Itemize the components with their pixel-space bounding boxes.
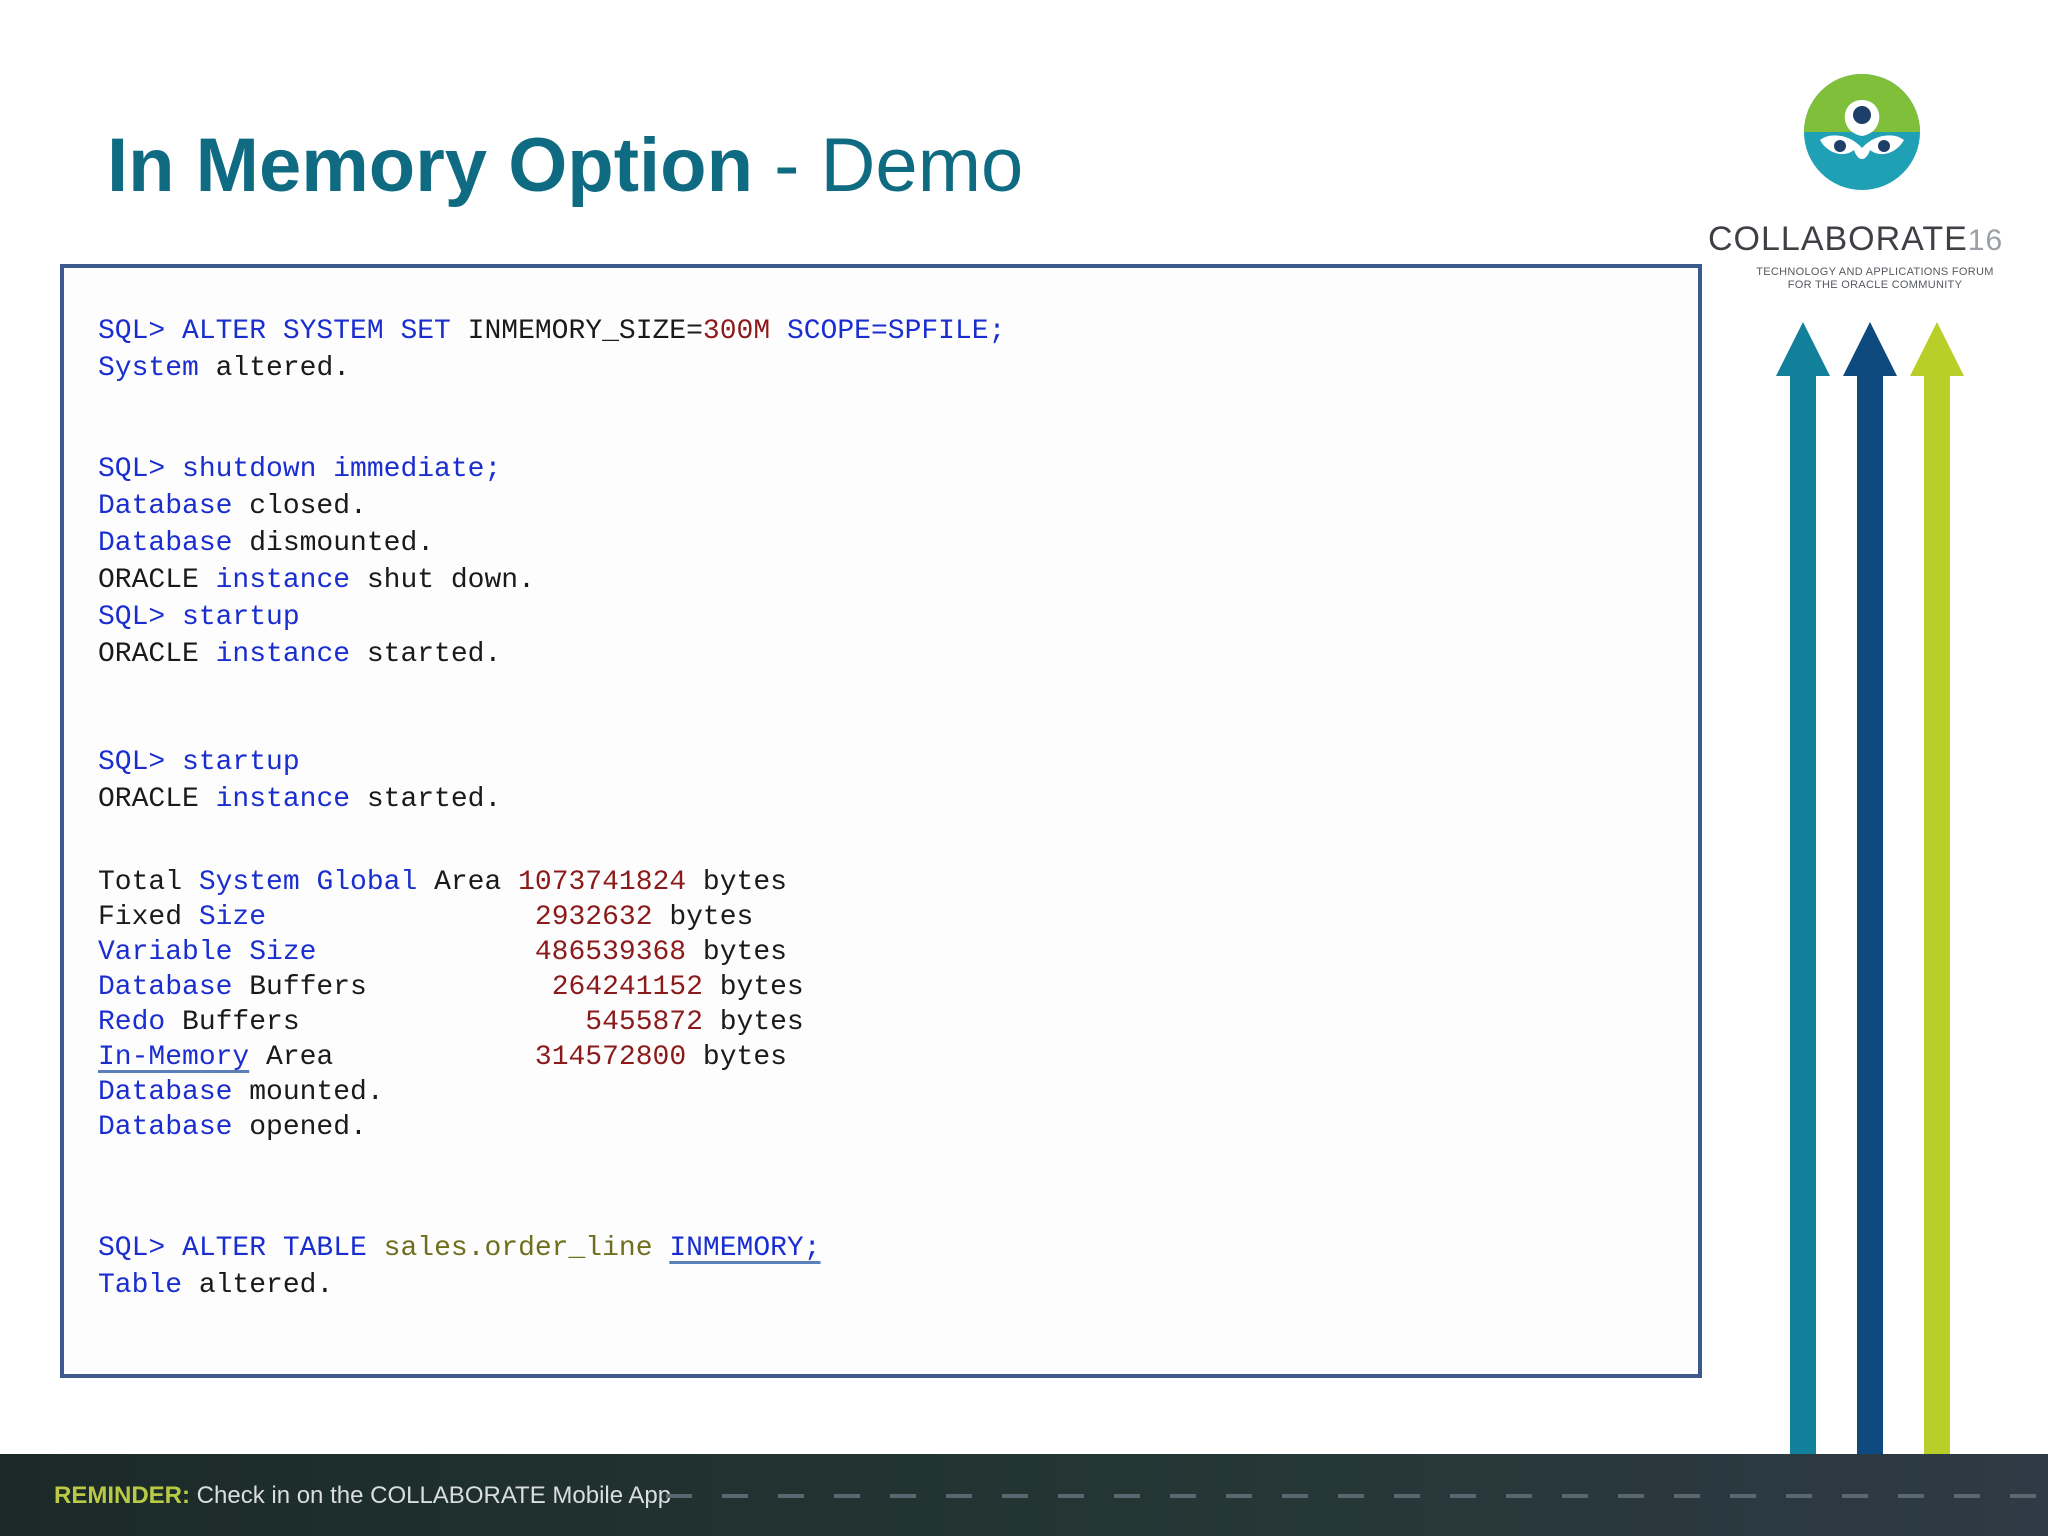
code-text: altered.	[182, 1270, 334, 1301]
code-text: closed.	[232, 491, 367, 522]
slide-title: In Memory Option - Demo	[107, 118, 1023, 214]
footer-reminder-text: Check in on the COLLABORATE Mobile App	[190, 1482, 672, 1509]
code-block-startup: SQL> startup ORACLE instance started.	[98, 744, 501, 818]
sga-value: 314572800	[534, 1042, 687, 1073]
code-keyword: Database	[98, 1077, 233, 1108]
logo-tagline: Technology and Applications Forum for the…	[1730, 266, 2020, 292]
collaborate-logo-icon	[1804, 74, 1920, 190]
logo-wordmark: COLLABORATE16	[1708, 220, 2003, 259]
slide-title-bold: In Memory Option	[107, 123, 753, 208]
code-block-alter-system: SQL> ALTER SYSTEM SET INMEMORY_SIZE=300M…	[98, 313, 1005, 387]
code-object-name: sales.order_line	[383, 1233, 653, 1264]
arrow-up-icon-navy	[1843, 322, 1897, 1462]
logo-number: 16	[1967, 224, 2004, 257]
sga-value: 1073741824	[518, 867, 687, 898]
arrow-up-icon-lime	[1910, 322, 1964, 1462]
slide-title-rest: - Demo	[753, 123, 1024, 208]
sga-keyword: Size	[198, 902, 267, 933]
sga-unit: bytes	[702, 1007, 804, 1038]
sga-label: Buffers	[232, 972, 552, 1003]
footer-dashed-line	[666, 1494, 2046, 1498]
sga-keyword: Database	[98, 972, 233, 1003]
code-param: INMEMORY_SIZE=	[467, 316, 703, 347]
sga-label	[266, 902, 535, 933]
sga-unit: bytes	[702, 972, 804, 1003]
code-text: started.	[350, 784, 502, 815]
sga-label: Total	[98, 867, 199, 898]
code-value: 300M	[702, 316, 771, 347]
sga-value: 264241152	[551, 972, 703, 1003]
sga-row: Variable Size 486539368 bytes	[98, 937, 787, 968]
logo-tagline-line-2: for the Oracle Community	[1787, 279, 1963, 291]
sql-console-screenshot: SQL> ALTER SYSTEM SET INMEMORY_SIZE=300M…	[60, 264, 1702, 1378]
footer-reminder-label: REMINDER:	[54, 1482, 190, 1509]
code-sql-prompt: SQL> shutdown immediate;	[98, 454, 502, 485]
code-text: mounted.	[232, 1077, 384, 1108]
logo-word: COLLABORATE	[1708, 220, 1968, 258]
code-text: ORACLE	[98, 565, 216, 596]
sga-row: Database Buffers 264241152 bytes	[98, 972, 804, 1003]
collaborate-logo: COLLABORATE16 Technology and Application…	[1700, 60, 2030, 300]
arrow-up-icon-teal	[1776, 322, 1830, 1462]
code-scope: SCOPE=SPFILE;	[770, 316, 1006, 347]
footer-reminder: REMINDER: Check in on the COLLABORATE Mo…	[54, 1482, 671, 1510]
sga-row: Total System Global Area 1073741824 byte…	[98, 867, 787, 898]
sga-label: Area	[417, 867, 519, 898]
sga-keyword: Variable Size	[98, 937, 317, 968]
code-text: opened.	[232, 1112, 367, 1143]
sga-row: In-Memory Area 314572800 bytes	[98, 1042, 787, 1073]
code-text: dismounted.	[232, 528, 435, 559]
code-text: ORACLE	[98, 784, 216, 815]
sga-value: 5455872	[585, 1007, 703, 1038]
code-keyword-underlined: INMEMORY;	[669, 1233, 821, 1264]
logo-tagline-line-1: Technology and Applications Forum	[1756, 266, 1994, 278]
code-text: ORACLE	[98, 639, 216, 670]
sga-unit: bytes	[652, 902, 754, 933]
code-block-alter-table: SQL> ALTER TABLE sales.order_line INMEMO…	[98, 1230, 821, 1304]
code-block-shutdown: SQL> shutdown immediate; Database closed…	[98, 451, 535, 673]
footer-bar: REMINDER: Check in on the COLLABORATE Mo…	[0, 1454, 2048, 1536]
sga-value: 2932632	[534, 902, 653, 933]
code-keyword: Database	[98, 1112, 233, 1143]
sga-label	[316, 937, 534, 968]
sga-label: Fixed	[98, 902, 199, 933]
sga-label: Area	[249, 1042, 535, 1073]
sga-unit: bytes	[686, 1042, 787, 1073]
sga-row: Redo Buffers 5455872 bytes	[98, 1007, 804, 1038]
sga-row: Fixed Size 2932632 bytes	[98, 902, 753, 933]
sga-keyword: Redo	[98, 1007, 166, 1038]
sga-unit: bytes	[686, 867, 787, 898]
sga-label: Buffers	[165, 1007, 586, 1038]
code-keyword: Database	[98, 528, 233, 559]
decorative-arrows	[1776, 322, 1964, 1462]
code-keyword: instance	[215, 639, 351, 670]
sga-value: 486539368	[534, 937, 687, 968]
code-keyword: instance	[215, 565, 351, 596]
code-block-sga: Total System Global Area 1073741824 byte…	[98, 865, 804, 1145]
sga-keyword-underlined: In-Memory	[98, 1042, 250, 1073]
sga-keyword: System Global	[198, 867, 418, 898]
code-sql-prompt: SQL> startup	[98, 602, 300, 633]
sga-unit: bytes	[686, 937, 787, 968]
code-sql-prompt: SQL> ALTER SYSTEM SET	[98, 316, 468, 347]
code-text: started.	[350, 639, 502, 670]
code-keyword: Database	[98, 491, 233, 522]
code-sql-prompt: SQL> ALTER TABLE	[98, 1233, 384, 1264]
code-keyword: instance	[215, 784, 351, 815]
code-text: altered.	[198, 353, 351, 384]
code-keyword: Table	[98, 1270, 183, 1301]
code-sql-prompt: SQL> startup	[98, 747, 300, 778]
code-text: shut down.	[350, 565, 535, 596]
code-keyword: System	[98, 353, 199, 384]
